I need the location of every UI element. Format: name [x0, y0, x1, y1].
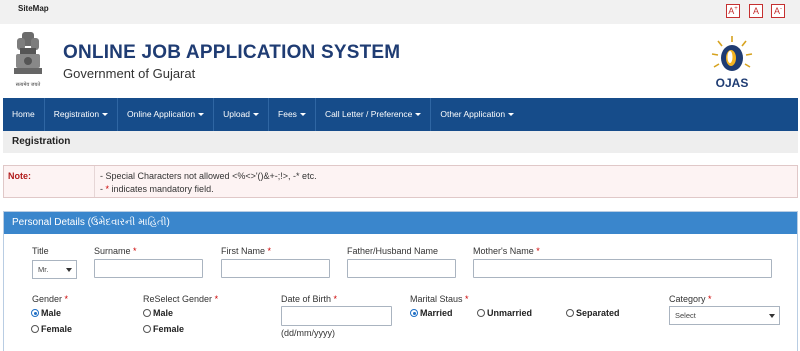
- radio-unchecked-icon: [477, 309, 485, 317]
- gender-male-radio[interactable]: Male: [31, 308, 61, 318]
- radio-unchecked-icon: [143, 309, 151, 317]
- site-title: ONLINE JOB APPLICATION SYSTEM: [63, 42, 401, 63]
- chevron-down-icon: [769, 314, 775, 318]
- father-name-input[interactable]: [347, 259, 456, 278]
- radio-unchecked-icon: [566, 309, 574, 317]
- nav-other-application[interactable]: Other Application: [431, 98, 523, 131]
- reselect-female-radio[interactable]: Female: [143, 324, 184, 334]
- note-label: Note:: [8, 171, 31, 181]
- mother-name-input[interactable]: [473, 259, 772, 278]
- chevron-down-icon: [415, 113, 422, 117]
- nav-registration[interactable]: Registration: [45, 98, 119, 131]
- radio-unchecked-icon: [31, 325, 39, 333]
- personal-details-heading: Personal Details (ઉમેદવારની માહિતી): [4, 212, 797, 234]
- gender-female-radio[interactable]: Female: [31, 324, 72, 334]
- marital-status-label: Marital Staus *: [410, 294, 469, 304]
- dob-label: Date of Birth *: [281, 294, 338, 304]
- svg-text:OJAS: OJAS: [716, 76, 749, 90]
- page: SiteMap A+ A A- सत्यमेव जयते ONLINE JOB …: [0, 0, 800, 351]
- surname-input[interactable]: [94, 259, 203, 278]
- marital-separated-radio[interactable]: Separated: [566, 308, 620, 318]
- note-special-characters: - Special Characters not allowed <%<>'()…: [100, 171, 317, 181]
- chevron-down-icon: [102, 113, 109, 117]
- chevron-down-icon: [508, 113, 515, 117]
- chevron-down-icon: [198, 113, 205, 117]
- ojas-logo-icon: OJAS: [711, 36, 753, 90]
- title-label: Title: [32, 246, 49, 256]
- note-divider: [94, 166, 95, 197]
- chevron-down-icon: [66, 268, 72, 272]
- reselect-gender-label: ReSelect Gender *: [143, 294, 219, 304]
- nav-online-application[interactable]: Online Application: [118, 98, 215, 131]
- site-subtitle: Government of Gujarat: [63, 66, 196, 81]
- radio-unchecked-icon: [143, 325, 151, 333]
- reselect-male-radio[interactable]: Male: [143, 308, 173, 318]
- gender-label: Gender *: [32, 294, 69, 304]
- marital-married-radio[interactable]: Married: [410, 308, 453, 318]
- radio-checked-icon: [31, 309, 39, 317]
- marital-unmarried-radio[interactable]: Unmarried: [477, 308, 532, 318]
- site-header: सत्यमेव जयते ONLINE JOB APPLICATION SYST…: [0, 24, 800, 98]
- svg-text:सत्यमेव जयते: सत्यमेव जयते: [16, 81, 41, 88]
- category-label: Category *: [669, 294, 712, 304]
- dob-format-hint: (dd/mm/yyyy): [281, 328, 335, 338]
- dob-input[interactable]: [281, 306, 392, 326]
- font-increase-button[interactable]: A+: [726, 4, 740, 18]
- note-box: Note: - Special Characters not allowed <…: [3, 165, 798, 198]
- nav-fees[interactable]: Fees: [269, 98, 316, 131]
- national-emblem-icon: सत्यमेव जयते: [14, 32, 42, 88]
- personal-details-panel: Personal Details (ઉમેદવારની માહિતી) Titl…: [3, 211, 798, 351]
- chevron-down-icon: [299, 113, 306, 117]
- page-title: Registration: [3, 131, 798, 153]
- note-mandatory: - * indicates mandatory field.: [100, 184, 214, 194]
- nav-home[interactable]: Home: [3, 98, 45, 131]
- radio-checked-icon: [410, 309, 418, 317]
- nav-upload[interactable]: Upload: [214, 98, 270, 131]
- mother-name-label: Mother's Name *: [473, 246, 540, 256]
- surname-label: Surname *: [94, 246, 137, 256]
- first-name-label: First Name *: [221, 246, 272, 256]
- main-nav: Home Registration Online Application Upl…: [3, 98, 798, 131]
- font-decrease-button[interactable]: A-: [771, 4, 785, 18]
- father-name-label: Father/Husband Name: [347, 246, 439, 256]
- category-select[interactable]: Select: [669, 306, 780, 325]
- chevron-down-icon: [253, 113, 260, 117]
- font-reset-button[interactable]: A: [749, 4, 763, 18]
- top-bar: SiteMap A+ A A-: [0, 0, 800, 24]
- sitemap-link[interactable]: SiteMap: [18, 4, 49, 13]
- first-name-input[interactable]: [221, 259, 330, 278]
- nav-call-letter[interactable]: Call Letter / Preference: [316, 98, 432, 131]
- title-select[interactable]: Mr.: [32, 260, 77, 279]
